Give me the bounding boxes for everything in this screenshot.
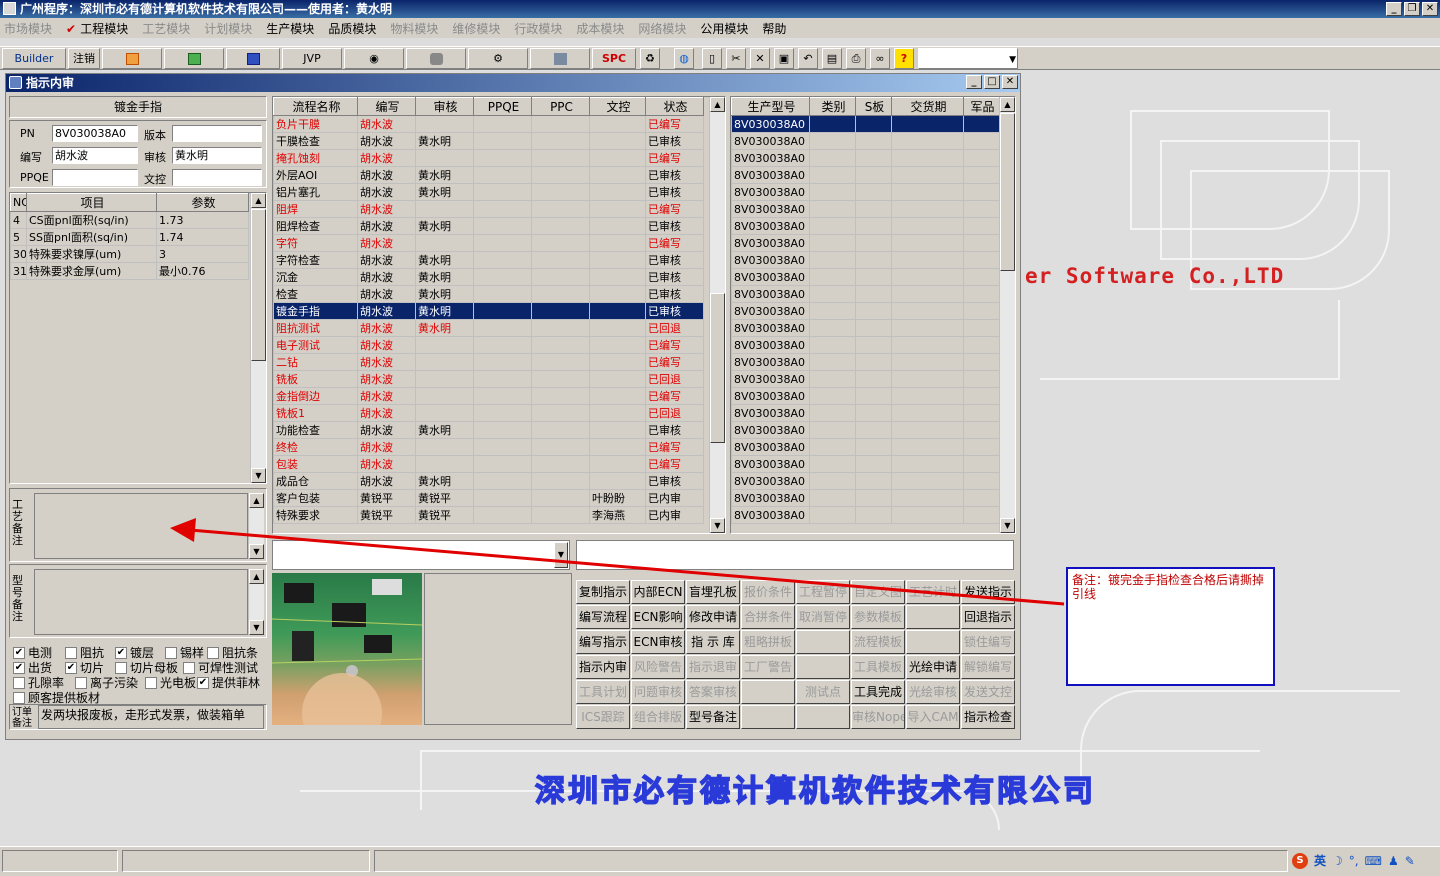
moon-icon[interactable]: ☽ — [1332, 854, 1343, 868]
status-pane-2 — [122, 850, 370, 872]
status-pane-1 — [2, 850, 118, 872]
annotation-overlay — [170, 518, 1065, 606]
wrench-icon[interactable]: ✎ — [1405, 854, 1415, 868]
ime-logo-icon[interactable]: S — [1292, 852, 1308, 869]
keyboard-icon[interactable]: ⌨ — [1365, 854, 1382, 868]
status-pane-3 — [374, 850, 1288, 872]
annotation-arrow — [189, 528, 1065, 606]
punctuation-icon[interactable]: °, — [1349, 854, 1359, 868]
user-icon[interactable]: ♟ — [1388, 854, 1399, 868]
system-tray: S 英 ☽ °, ⌨ ♟ ✎ — [1292, 852, 1415, 869]
ime-language[interactable]: 英 — [1314, 852, 1326, 869]
arrow-head-icon — [170, 518, 196, 542]
statusbar: S 英 ☽ °, ⌨ ♟ ✎ — [0, 846, 1440, 876]
annotation-note[interactable]: 备注：镀完金手指检查合格后请撕掉引线 — [1066, 567, 1275, 686]
